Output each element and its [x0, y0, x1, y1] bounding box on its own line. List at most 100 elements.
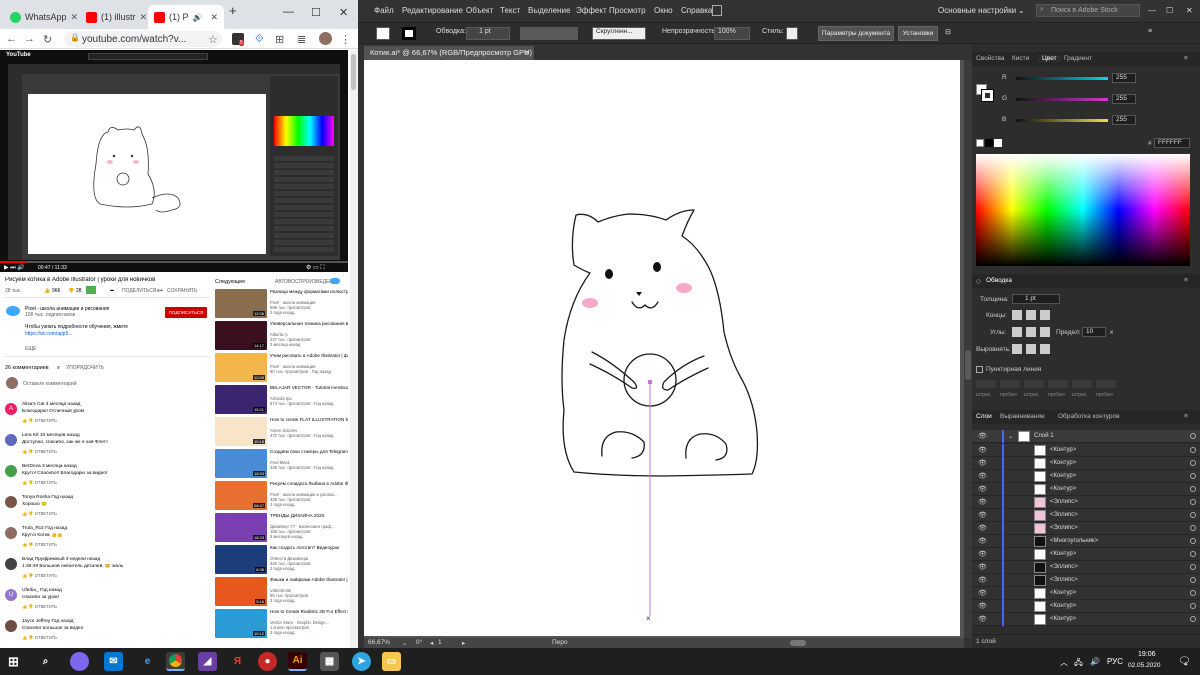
object-name[interactable]: <Эллипс> [1050, 499, 1078, 505]
sublayer-row[interactable]: 👁 <Контур> [972, 587, 1200, 600]
object-name[interactable]: <Контур> [1050, 616, 1076, 622]
keyboard-language[interactable]: РУС [1107, 657, 1123, 666]
reply-button[interactable]: 👍 👎 ОТВЕТИТЬ [22, 418, 57, 424]
video-thumbnail[interactable]: 12:09 [215, 353, 267, 382]
save-icon[interactable]: ≡+ [157, 288, 163, 294]
network-icon[interactable]: 🖧 [1074, 657, 1083, 671]
sort-icon[interactable]: ≡ [57, 365, 60, 371]
prev-artboard-icon[interactable]: ◂ [430, 639, 433, 647]
calculator-icon[interactable]: ▦ [320, 652, 339, 671]
tab-youtube-illustrator[interactable]: (1) illustr ✕ [80, 5, 148, 29]
subscribe-button[interactable]: ПОДПИСАТЬСЯ [165, 307, 207, 318]
style-swatch[interactable] [786, 27, 798, 40]
visibility-eye-icon[interactable]: 👁 [978, 589, 987, 597]
object-name[interactable]: <Эллипс> [1050, 525, 1078, 531]
stroke-swatch[interactable] [402, 27, 416, 40]
channel-value-field[interactable]: 255 [1112, 94, 1136, 104]
play-icon[interactable]: ▶ ⏭ 🔊 [4, 264, 25, 272]
none-swatch[interactable] [976, 139, 984, 147]
menu-item[interactable]: Выделение [528, 6, 570, 15]
visibility-eye-icon[interactable]: 👁 [978, 432, 987, 440]
target-icon[interactable] [1190, 525, 1196, 531]
align-center-icon[interactable] [1012, 344, 1022, 354]
visibility-eye-icon[interactable]: 👁 [978, 446, 987, 454]
document-setup-button[interactable]: Параметры документа [818, 26, 894, 41]
page-scrollbar[interactable] [350, 50, 358, 648]
yt-search-bar[interactable] [88, 53, 208, 60]
recommended-video[interactable]: 9:16 Фишки и лайфхаки Adobe Illustrator |… [215, 577, 348, 607]
target-icon[interactable] [1190, 577, 1196, 583]
brush-definition[interactable]: Скругленн... [592, 27, 646, 40]
object-name[interactable]: <Контур> [1050, 447, 1076, 453]
close-tab-icon[interactable]: ✕ [140, 12, 148, 23]
address-bar[interactable]: 🔒 youtube.com/watch?v... [64, 31, 222, 47]
maximize-button[interactable]: ☐ [311, 6, 321, 19]
zoom-level[interactable]: 66,67% [368, 639, 390, 646]
stroke-color-swatch[interactable] [981, 89, 994, 102]
channel-slider[interactable] [1016, 77, 1108, 80]
file-explorer-icon[interactable]: ▭ [382, 652, 401, 671]
profile-avatar[interactable] [319, 32, 332, 45]
new-tab-button[interactable]: + [229, 3, 237, 18]
channel-slider[interactable] [1016, 98, 1108, 101]
close-window-button[interactable]: ✕ [339, 6, 348, 19]
layer-row[interactable]: 👁 ⌄ Слой 1 [972, 430, 1200, 443]
commenter-avatar[interactable] [5, 465, 17, 477]
workspace-switcher[interactable]: Основные настройки [938, 6, 1016, 15]
target-icon[interactable] [1190, 551, 1196, 557]
reload-icon[interactable]: ↻ [43, 33, 52, 46]
target-icon[interactable] [1190, 447, 1196, 453]
commenter-name[interactable]: Trula_Roz Год назад [22, 526, 67, 531]
target-icon[interactable] [1190, 486, 1196, 492]
target-icon[interactable] [1190, 590, 1196, 596]
close-window-button[interactable]: ✕ [1186, 6, 1193, 15]
target-icon[interactable] [1190, 460, 1196, 466]
yandex-icon[interactable]: Я [228, 652, 247, 671]
video-thumbnail[interactable]: 08:47 [215, 481, 267, 510]
next-artboard-icon[interactable]: ▸ [462, 639, 465, 647]
show-more-button[interactable]: ЕЩЁ [25, 346, 36, 352]
stroke-weight-field[interactable]: 1 pt [466, 27, 510, 40]
menu-item[interactable]: Справка [681, 6, 712, 15]
channel-value-field[interactable]: 255 [1112, 115, 1136, 125]
arrange-documents-icon[interactable] [712, 5, 722, 16]
start-button-icon[interactable]: ⊞ [4, 652, 23, 671]
video-player[interactable]: YouTube ▶ ⏭ 🔊 00:47 / 11:33 ⚙ ▭ ⛶ [0, 50, 348, 272]
tray-chevron-icon[interactable]: ︿ [1060, 657, 1068, 668]
commenter-avatar[interactable]: A [5, 403, 17, 415]
visibility-eye-icon[interactable]: 👁 [978, 602, 987, 610]
commenter-avatar[interactable] [5, 496, 17, 508]
target-icon[interactable] [1190, 499, 1196, 505]
object-name[interactable]: <Контур> [1050, 486, 1076, 492]
sublayer-row[interactable]: 👁 <Многоугольник> [972, 535, 1200, 548]
commenter-name[interactable]: Jayce Jeffrey Год назад [22, 619, 73, 624]
cortana-icon[interactable] [70, 652, 89, 671]
target-icon[interactable] [1190, 433, 1196, 439]
channel-slider[interactable] [1016, 119, 1108, 122]
video-thumbnail[interactable]: 9:16 [215, 577, 267, 606]
channel-avatar[interactable] [6, 306, 20, 316]
cat-artwork[interactable]: × [364, 60, 960, 636]
menu-kebab-icon[interactable]: ⋮ [340, 33, 351, 46]
tab-youtube-active[interactable]: (1) P 🔊 ✕ [148, 5, 224, 29]
close-tab-icon[interactable]: ✕ [210, 12, 218, 23]
video-thumbnail[interactable]: 16:53 [215, 449, 267, 478]
layer-name[interactable]: Слой 1 [1034, 433, 1054, 439]
video-title[interactable]: ТРЕНДЫ ДИЗАЙНА 2020. [270, 513, 348, 518]
recommended-video[interactable]: 08:47 Рисуем слоидата Любина в Adobe Illu… [215, 481, 348, 511]
close-document-icon[interactable]: ✕ [524, 48, 530, 57]
recommended-video[interactable]: 18:23 ТРЕНДЫ ДИЗАЙНА 2020. Дизайнер YT · Б… [215, 513, 348, 543]
minimize-button[interactable]: — [283, 6, 294, 18]
autoplay-toggle[interactable] [330, 278, 340, 284]
tab-color[interactable]: Цвет [1038, 55, 1061, 62]
dash-gap-field[interactable] [1024, 380, 1044, 388]
commenter-avatar[interactable] [5, 527, 17, 539]
reply-button[interactable]: 👍 👎 ОТВЕТИТЬ [22, 542, 57, 548]
menu-item[interactable]: Эффект [576, 6, 607, 15]
recommended-video[interactable]: 14:17 Универсальная техника рисования в A… [215, 321, 348, 351]
video-thumbnail[interactable]: 14:17 [215, 321, 267, 350]
commenter-name[interactable]: BerDova 3 месяца назад [22, 464, 77, 469]
menu-item[interactable]: Файл [374, 6, 394, 15]
scroll-thumb[interactable] [965, 350, 971, 380]
maximize-button[interactable]: ☐ [1166, 6, 1173, 15]
